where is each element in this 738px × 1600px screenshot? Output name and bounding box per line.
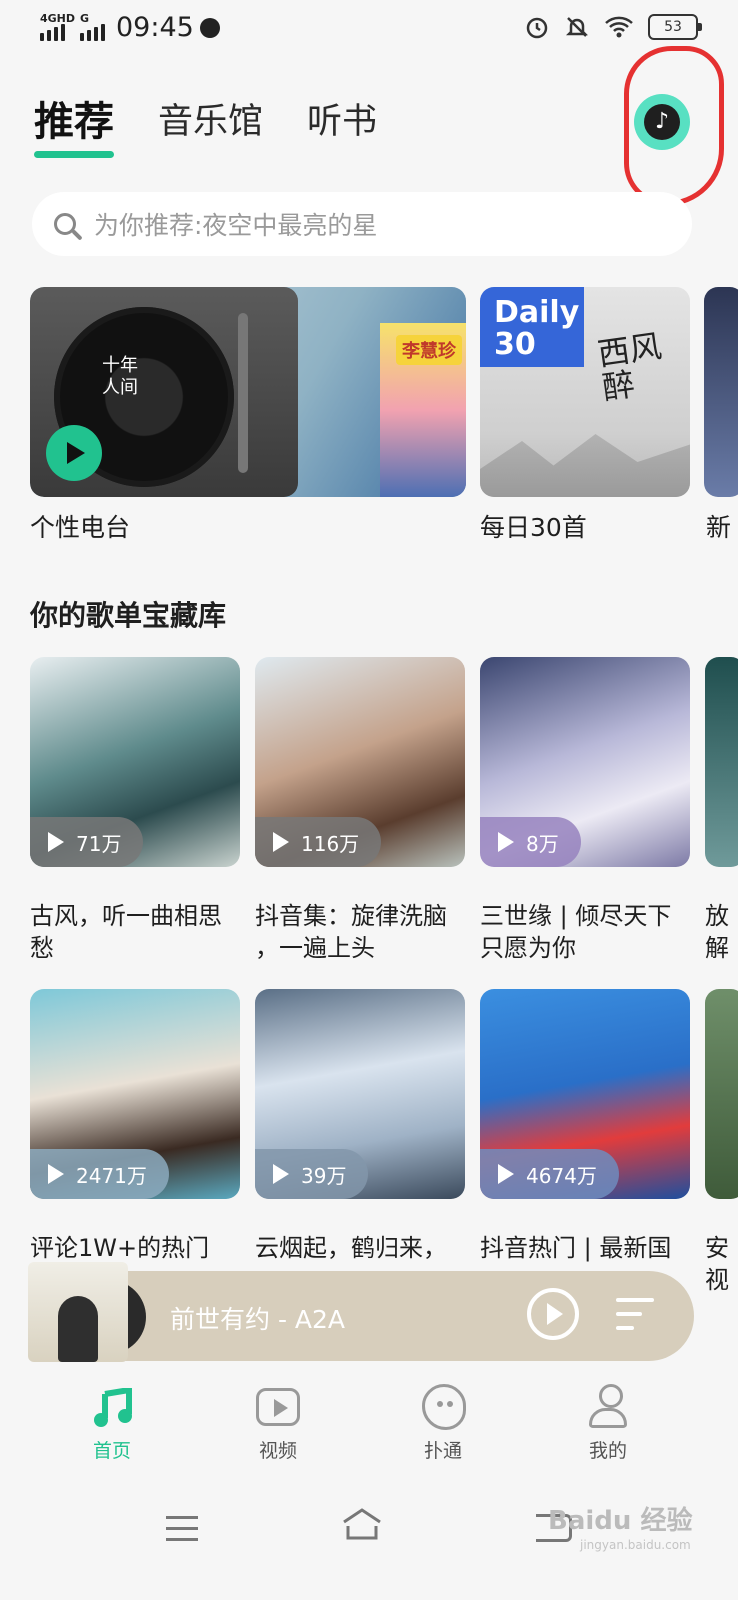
nav-putong[interactable]: 扑通: [393, 1384, 493, 1463]
radio-play-button[interactable]: [46, 425, 102, 481]
play-icon: [48, 1164, 64, 1184]
nav-home[interactable]: 首页: [62, 1384, 162, 1463]
playlist-queue-button[interactable]: [616, 1296, 654, 1334]
battery-indicator: 53: [648, 14, 702, 40]
play-count-badge: 39万: [255, 1149, 369, 1199]
personal-radio-label: 个性电台: [30, 513, 131, 542]
playlist-title[interactable]: 古风，听一曲相思 愁: [30, 900, 242, 964]
play-count-badge: 2471万: [30, 1149, 169, 1199]
play-icon: [498, 832, 514, 852]
daily-30-card[interactable]: Daily 30 西风 醉: [480, 287, 690, 497]
section-title: 你的歌单宝藏库: [30, 599, 227, 632]
album-cover[interactable]: [28, 1262, 128, 1362]
home-icon[interactable]: [340, 1506, 384, 1542]
menu-icon[interactable]: [166, 1516, 198, 1542]
signal-icon-1: [40, 24, 65, 41]
nav-label: 扑通: [423, 1440, 462, 1462]
queue-icon-line: [616, 1312, 642, 1316]
watermark-text: Baidu 经验: [548, 1506, 693, 1536]
search-bar[interactable]: 为你推荐:夜空中最亮的星: [32, 192, 692, 256]
video-play-icon: [256, 1388, 300, 1426]
nav-label: 我的: [588, 1440, 627, 1462]
new-songs-card[interactable]: [704, 287, 738, 497]
tab-music-hall[interactable]: 音乐馆: [158, 92, 263, 152]
play-count-badge: 8万: [480, 817, 581, 867]
mute-bell-icon: [565, 17, 589, 37]
play-count-badge: 71万: [30, 817, 144, 867]
wifi-icon: [605, 16, 633, 38]
search-icon: [54, 213, 76, 235]
tonearm: [238, 313, 248, 473]
play-icon: [547, 1303, 563, 1325]
play-count: 2471万: [76, 1163, 147, 1188]
play-count: 71万: [76, 831, 122, 856]
playlist-card[interactable]: 2471万: [30, 989, 240, 1199]
turntable-image: 十年 人间: [30, 287, 298, 497]
highlight-circle-annotation: [624, 46, 724, 206]
playlist-card[interactable]: [705, 989, 738, 1199]
play-count: 39万: [301, 1163, 347, 1188]
queue-icon-line: [616, 1298, 654, 1302]
playlist-card[interactable]: 4674万: [480, 989, 690, 1199]
play-count: 4674万: [526, 1163, 597, 1188]
signal-icon-2: [80, 24, 105, 41]
daily-art-calligraphy: 西风 醉: [595, 326, 664, 408]
player-play-button[interactable]: [527, 1288, 579, 1340]
play-count-badge: 116万: [255, 817, 382, 867]
status-bar: 4GHD G 09:45 53: [0, 0, 738, 58]
play-count-badge: 4674万: [480, 1149, 619, 1199]
album-cover-figure: [58, 1296, 98, 1362]
tab-audiobook[interactable]: 听书: [307, 92, 377, 152]
playlist-title[interactable]: 抖音热门 | 最新国: [480, 1232, 692, 1264]
play-count: 8万: [526, 831, 559, 856]
vinyl-label-text: 十年 人间: [102, 355, 138, 398]
watermark-url: jingyan.baidu.com: [580, 1538, 691, 1552]
nav-video[interactable]: 视频: [228, 1384, 328, 1463]
globe-icon: [200, 18, 220, 38]
now-playing-title[interactable]: 前世有约 - A2A: [170, 1300, 345, 1336]
top-tabs: 推荐 音乐馆 听书: [34, 92, 377, 158]
nav-mine[interactable]: 我的: [558, 1384, 658, 1463]
playlist-title[interactable]: 三世缘 | 倾尽天下 只愿为你: [480, 900, 692, 964]
nav-label: 视频: [258, 1440, 297, 1462]
status-time: 09:45: [116, 12, 194, 43]
play-icon: [273, 1164, 289, 1184]
playlist-card[interactable]: 71万: [30, 657, 240, 867]
playlist-card[interactable]: 8万: [480, 657, 690, 867]
playlist-title[interactable]: 放 解: [705, 900, 738, 964]
person-icon: [585, 1384, 631, 1430]
playlist-title[interactable]: 云烟起，鹤归来，: [255, 1232, 467, 1264]
alarm-icon: [526, 17, 548, 39]
playlist-card[interactable]: 39万: [255, 989, 465, 1199]
new-songs-label: 新: [706, 513, 732, 542]
play-icon: [67, 442, 85, 464]
daily-30-label: 每日30首: [480, 513, 587, 542]
search-placeholder: 为你推荐:夜空中最亮的星: [94, 211, 378, 240]
mountain-art: [480, 434, 690, 497]
tab-recommend[interactable]: 推荐: [34, 92, 114, 158]
blob-face-icon: [422, 1384, 466, 1430]
personal-radio-card[interactable]: 李慧珍 十年 人间: [30, 287, 466, 497]
playlist-title[interactable]: 安 视: [705, 1232, 738, 1296]
play-icon: [273, 832, 289, 852]
nav-label: 首页: [92, 1440, 131, 1462]
play-icon: [498, 1164, 514, 1184]
daily-30-badge: Daily 30: [480, 287, 584, 367]
play-icon: [48, 832, 64, 852]
playlist-card[interactable]: 116万: [255, 657, 465, 867]
playlist-title[interactable]: 抖音集：旋律洗脑 ，一遍上头: [255, 900, 467, 964]
queue-icon-line: [616, 1326, 634, 1330]
playlist-title[interactable]: 评论1W+的热门: [30, 1232, 242, 1264]
poster-tag: 李慧珍: [396, 335, 462, 365]
bottom-navigation: 首页 视频 扑通 我的: [0, 1362, 738, 1472]
music-note-icon: [94, 1388, 132, 1427]
playlist-card[interactable]: [705, 657, 738, 867]
play-count: 116万: [301, 831, 360, 856]
